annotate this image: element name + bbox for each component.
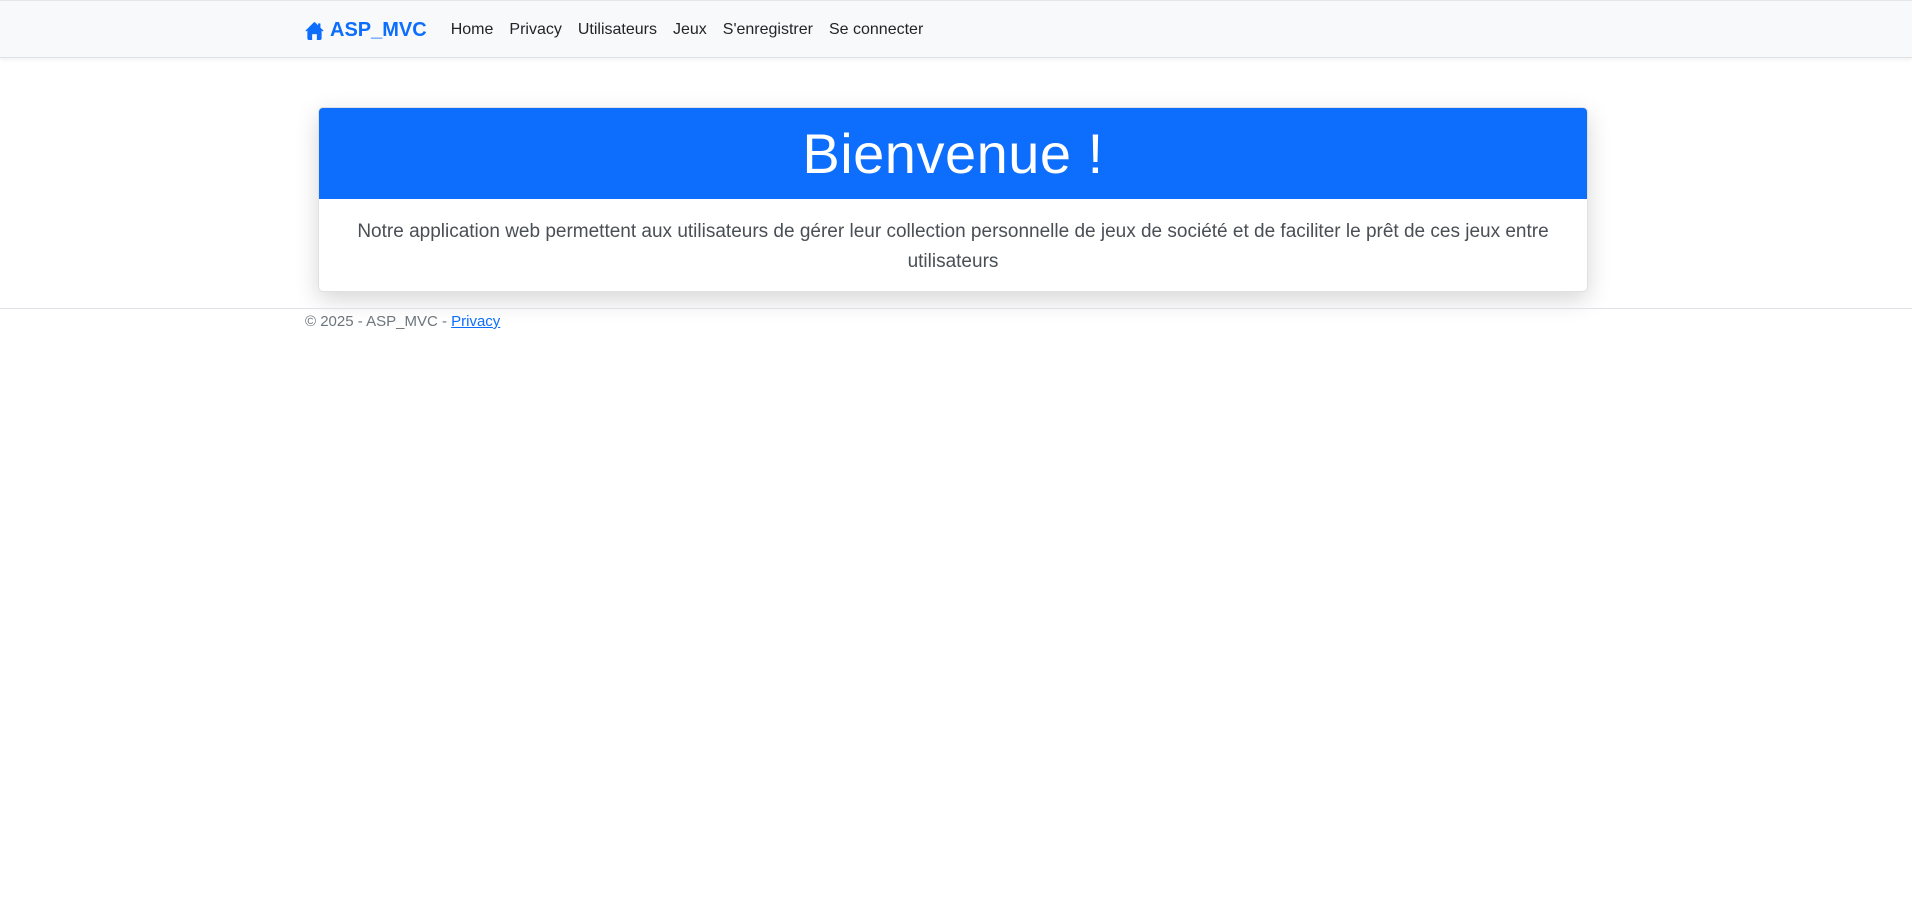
navbar-content: ASP_MVC Home Privacy Utilisateurs Jeux S… bbox=[305, 1, 939, 59]
page-footer: © 2025 - ASP_MVC - Privacy bbox=[0, 308, 1912, 348]
footer-privacy-link[interactable]: Privacy bbox=[451, 313, 500, 330]
welcome-description: Notre application web permettent aux uti… bbox=[357, 221, 1549, 272]
nav-link-utilisateurs[interactable]: Utilisateurs bbox=[578, 21, 657, 39]
top-navbar: ASP_MVC Home Privacy Utilisateurs Jeux S… bbox=[0, 0, 1912, 58]
footer-content: © 2025 - ASP_MVC - Privacy bbox=[305, 313, 500, 330]
brand-label: ASP_MVC bbox=[330, 18, 427, 41]
brand-link[interactable]: ASP_MVC bbox=[305, 19, 427, 42]
nav-link-login[interactable]: Se connecter bbox=[829, 21, 923, 39]
nav-link-register[interactable]: S'enregistrer bbox=[723, 21, 813, 39]
home-icon bbox=[305, 21, 330, 40]
nav-link-jeux[interactable]: Jeux bbox=[673, 21, 707, 39]
footer-copyright: © 2025 - ASP_MVC - bbox=[305, 313, 452, 330]
nav-link-home[interactable]: Home bbox=[451, 21, 494, 39]
welcome-title: Bienvenue ! bbox=[319, 108, 1587, 199]
welcome-card: Bienvenue ! Notre application web permet… bbox=[318, 107, 1588, 292]
nav-link-privacy[interactable]: Privacy bbox=[509, 21, 561, 39]
